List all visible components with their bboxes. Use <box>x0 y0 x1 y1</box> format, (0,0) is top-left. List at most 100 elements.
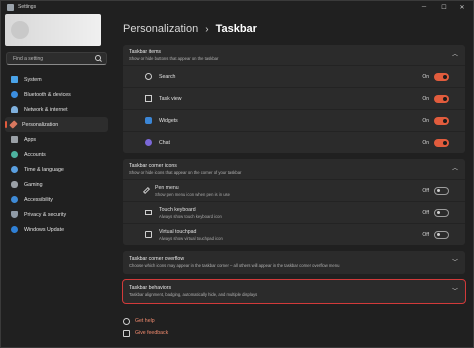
taskbar-items-section: Taskbar items Show or hide buttons that … <box>123 45 465 153</box>
clock-globe-icon <box>11 166 18 173</box>
apps-icon <box>11 136 18 143</box>
breadcrumb-parent[interactable]: Personalization <box>123 23 198 35</box>
accounts-icon <box>11 151 18 158</box>
taskbar-behaviors-section[interactable]: Taskbar behaviors Taskbar alignment, bad… <box>122 279 466 304</box>
taskbar-corner-icons-header[interactable]: Taskbar corner icons Show or hide icons … <box>123 159 465 179</box>
main-content: Taskbar items Show or hide buttons that … <box>122 45 466 305</box>
search-icon[interactable] <box>94 54 102 63</box>
search-input[interactable]: Find a setting <box>13 56 94 62</box>
widgets-icon <box>145 117 152 124</box>
breadcrumb: Personalization › Taskbar <box>123 21 257 37</box>
toggle-state-text: On <box>422 95 429 102</box>
section-title: Taskbar corner icons <box>129 163 177 169</box>
touchpad-icon <box>145 231 152 238</box>
setting-label: Virtual touchpad <box>159 228 197 235</box>
sidebar-item-personalization[interactable]: Personalization <box>5 117 108 132</box>
sidebar-item-label: Network & internet <box>24 106 68 113</box>
sidebar-item-privacy-security[interactable]: Privacy & security <box>5 207 108 222</box>
pen-icon <box>142 186 151 195</box>
chat-icon <box>145 139 152 146</box>
accessibility-icon <box>11 196 18 203</box>
setting-label: Pen menu <box>155 184 179 191</box>
get-help-label: Get help <box>135 318 155 324</box>
taskbar-corner-overflow-header[interactable]: Taskbar corner overflow Choose which ico… <box>123 251 465 274</box>
minimize-icon[interactable]: ─ <box>415 1 433 13</box>
sidebar-item-label: Accounts <box>24 151 46 158</box>
touch-keyboard-toggle[interactable] <box>434 208 449 217</box>
page-title: Taskbar <box>215 23 257 35</box>
brush-icon <box>9 120 18 129</box>
get-help-link[interactable]: Get help <box>123 315 168 327</box>
task-view-icon <box>145 95 152 102</box>
sidebar-item-label: Windows Update <box>24 226 65 233</box>
sidebar-item-system[interactable]: System <box>5 72 108 87</box>
search-toggle[interactable] <box>434 72 449 81</box>
widgets-toggle[interactable] <box>434 116 449 125</box>
virtual-touchpad-toggle[interactable] <box>434 230 449 239</box>
settings-app-icon <box>7 3 14 11</box>
section-description: Choose which icons may appear in the tas… <box>129 263 340 268</box>
setting-label: Task view <box>159 95 182 102</box>
give-feedback-link[interactable]: Give feedback <box>123 327 168 339</box>
setting-row-chat: Chat On <box>123 131 465 153</box>
chat-toggle[interactable] <box>434 138 449 147</box>
taskbar-items-header[interactable]: Taskbar items Show or hide buttons that … <box>123 45 465 65</box>
help-links: Get help Give feedback <box>123 315 168 339</box>
section-description: Taskbar alignment, badging, automaticall… <box>129 292 258 297</box>
system-icon <box>11 76 18 83</box>
pen-menu-toggle[interactable] <box>434 186 449 195</box>
setting-row-pen-menu: Pen menu Show pen menu icon when pen is … <box>123 179 465 201</box>
title-bar: Settings <box>1 1 473 13</box>
avatar <box>11 21 29 39</box>
setting-sublabel: Always show virtual touchpad icon <box>159 235 223 241</box>
setting-label: Touch keyboard <box>159 206 196 213</box>
setting-label: Search <box>159 73 176 80</box>
gaming-icon <box>11 181 18 188</box>
help-icon <box>123 317 130 325</box>
chevron-up-icon[interactable]: ︿ <box>451 165 459 173</box>
sidebar-item-label: Apps <box>24 136 37 143</box>
sidebar-item-label: Gaming <box>24 181 43 188</box>
task-view-toggle[interactable] <box>434 94 449 103</box>
sidebar-item-time-language[interactable]: Time & language <box>5 162 108 177</box>
bluetooth-icon <box>11 91 18 98</box>
user-profile-card[interactable] <box>5 14 101 46</box>
section-title: Taskbar behaviors <box>129 285 172 291</box>
setting-row-task-view: Task view On <box>123 87 465 109</box>
close-icon[interactable]: ✕ <box>453 1 471 13</box>
sidebar-item-bluetooth-devices[interactable]: Bluetooth & devices <box>5 87 108 102</box>
sidebar-item-gaming[interactable]: Gaming <box>5 177 108 192</box>
toggle-state-text: Off <box>422 231 429 238</box>
settings-window: Settings ─ ☐ ✕ Find a setting System Blu… <box>0 0 474 348</box>
maximize-icon[interactable]: ☐ <box>435 1 453 13</box>
sidebar-item-label: Bluetooth & devices <box>24 91 71 98</box>
sidebar-item-network-internet[interactable]: Network & internet <box>5 102 108 117</box>
sidebar-item-label: Accessibility <box>24 196 53 203</box>
sidebar-nav: System Bluetooth & devices Network & int… <box>5 72 108 237</box>
sidebar-item-windows-update[interactable]: Windows Update <box>5 222 108 237</box>
sidebar-item-label: Personalization <box>22 121 59 128</box>
section-title: Taskbar corner overflow <box>129 256 185 262</box>
sidebar-item-accessibility[interactable]: Accessibility <box>5 192 108 207</box>
setting-label: Chat <box>159 139 170 146</box>
taskbar-corner-icons-section: Taskbar corner icons Show or hide icons … <box>123 159 465 245</box>
chevron-up-icon[interactable]: ︿ <box>451 51 459 59</box>
section-description: Show or hide buttons that appear on the … <box>129 56 219 61</box>
section-title: Taskbar items <box>129 49 161 55</box>
feedback-icon <box>123 329 130 337</box>
section-description: Show or hide icons that appear on the co… <box>129 170 242 175</box>
chevron-down-icon[interactable]: ﹀ <box>451 288 459 296</box>
sidebar-item-label: System <box>24 76 42 83</box>
taskbar-behaviors-header[interactable]: Taskbar behaviors Taskbar alignment, bad… <box>123 280 465 303</box>
toggle-state-text: On <box>422 117 429 124</box>
toggle-state-text: Off <box>422 209 429 216</box>
chevron-down-icon[interactable]: ﹀ <box>451 259 459 267</box>
toggle-state-text: On <box>422 139 429 146</box>
sidebar-item-apps[interactable]: Apps <box>5 132 108 147</box>
sidebar-item-accounts[interactable]: Accounts <box>5 147 108 162</box>
setting-label: Widgets <box>159 117 178 124</box>
give-feedback-label: Give feedback <box>135 330 169 336</box>
toggle-state-text: Off <box>422 187 429 194</box>
settings-search-box[interactable]: Find a setting <box>6 52 107 65</box>
taskbar-corner-overflow-section[interactable]: Taskbar corner overflow Choose which ico… <box>123 251 465 274</box>
